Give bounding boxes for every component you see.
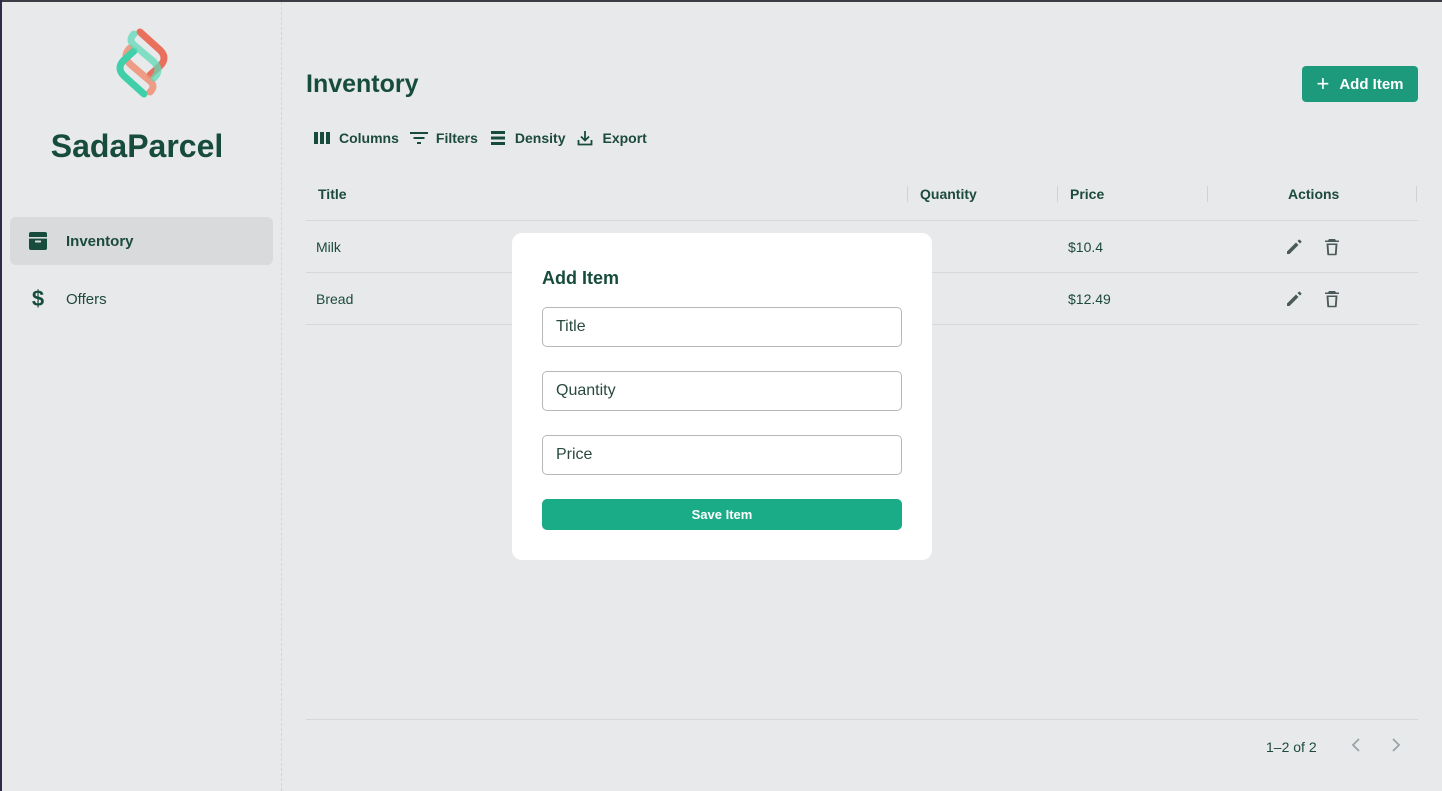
sidebar-item-offers[interactable]: $ Offers bbox=[10, 275, 273, 323]
price-input[interactable] bbox=[542, 435, 902, 475]
filters-button[interactable]: Filters bbox=[409, 128, 478, 148]
column-header-actions: Actions bbox=[1288, 186, 1340, 202]
edit-icon[interactable] bbox=[1284, 237, 1304, 257]
add-item-button[interactable]: + Add Item bbox=[1302, 66, 1418, 102]
add-item-label: Add Item bbox=[1339, 75, 1404, 93]
previous-page-button[interactable] bbox=[1344, 736, 1368, 758]
cell-price: $12.49 bbox=[1068, 291, 1111, 307]
density-icon bbox=[488, 128, 508, 148]
next-page-button[interactable] bbox=[1384, 736, 1408, 758]
density-label: Density bbox=[514, 130, 566, 146]
sidebar-item-label: Offers bbox=[66, 290, 107, 308]
column-header-price[interactable]: Price bbox=[1070, 186, 1104, 202]
dollar-icon: $ bbox=[28, 288, 48, 310]
column-header-quantity[interactable]: Quantity bbox=[920, 186, 977, 202]
edit-icon[interactable] bbox=[1284, 289, 1304, 309]
column-separator[interactable] bbox=[1207, 186, 1208, 202]
plus-icon: + bbox=[1316, 71, 1330, 96]
columns-icon bbox=[312, 128, 332, 148]
table-header: Title Quantity Price Actions bbox=[306, 168, 1418, 221]
cell-title: Milk bbox=[316, 239, 341, 255]
trash-icon[interactable] bbox=[1322, 237, 1342, 257]
title-input[interactable] bbox=[542, 307, 902, 347]
columns-button[interactable]: Columns bbox=[312, 128, 399, 148]
trash-icon[interactable] bbox=[1322, 289, 1342, 309]
chevron-left-icon bbox=[1351, 737, 1361, 757]
grid-toolbar: Columns Filters Density Export bbox=[312, 128, 657, 148]
filters-label: Filters bbox=[435, 130, 478, 146]
columns-label: Columns bbox=[339, 130, 399, 146]
chevron-right-icon bbox=[1391, 737, 1401, 757]
quantity-input[interactable] bbox=[542, 371, 902, 411]
sidebar-item-label: Inventory bbox=[66, 232, 134, 250]
cell-price: $10.4 bbox=[1068, 239, 1104, 255]
sadaparcel-logo-icon bbox=[110, 26, 174, 100]
page-title: Inventory bbox=[306, 70, 419, 98]
archive-box-icon bbox=[28, 231, 48, 251]
svg-text:$: $ bbox=[32, 288, 44, 310]
table-footer-divider bbox=[306, 719, 1418, 720]
export-label: Export bbox=[602, 130, 647, 146]
sidebar: SadaParcel Inventory $ Offers bbox=[2, 2, 282, 791]
column-separator[interactable] bbox=[1057, 186, 1058, 202]
export-button[interactable]: Export bbox=[575, 128, 647, 148]
cell-title: Bread bbox=[316, 291, 354, 307]
download-icon bbox=[575, 128, 595, 148]
dialog-title: Add Item bbox=[542, 268, 620, 288]
column-separator[interactable] bbox=[907, 186, 908, 202]
add-item-dialog: Add Item Save Item bbox=[512, 233, 932, 560]
column-header-title[interactable]: Title bbox=[318, 186, 347, 202]
density-button[interactable]: Density bbox=[488, 128, 566, 148]
sidebar-item-inventory[interactable]: Inventory bbox=[10, 217, 273, 265]
column-separator[interactable] bbox=[1416, 186, 1417, 202]
filter-icon bbox=[409, 128, 429, 148]
save-item-button[interactable]: Save Item bbox=[542, 499, 902, 530]
pagination-range: 1–2 of 2 bbox=[1266, 739, 1317, 755]
brand-name: SadaParcel bbox=[50, 128, 224, 164]
